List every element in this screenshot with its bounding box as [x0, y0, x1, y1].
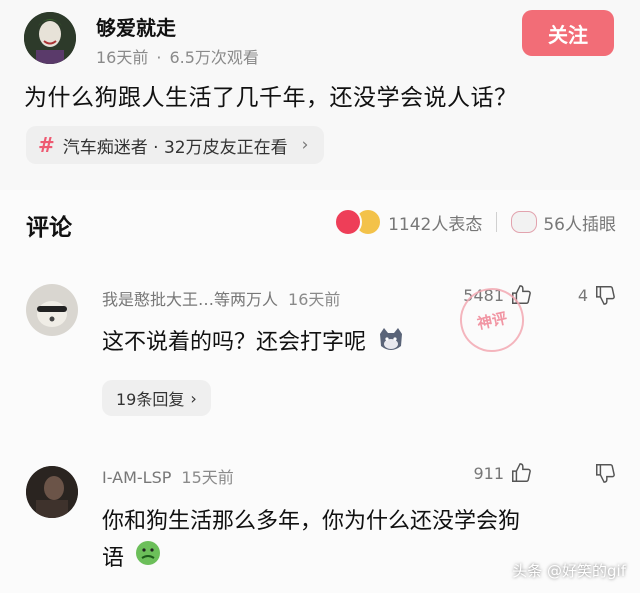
dislike-count: 4: [577, 285, 588, 305]
chevron-right-icon: ›: [301, 135, 309, 155]
reactions-count: 1142人表态: [388, 214, 483, 235]
divider: [496, 212, 498, 232]
sick-face-emoji-icon: [135, 540, 161, 578]
post-views: 6.5万次观看: [169, 48, 259, 67]
comments-section: 评论 1142人表态 56人插眼 我是憨批大王…等两万人16天前 5481 4: [0, 190, 640, 593]
dislike-button[interactable]: 4: [578, 284, 616, 306]
commenter-avatar[interactable]: [26, 284, 78, 336]
topic-chip[interactable]: # 汽车痴迷者 · 32万皮友正在看 ›: [26, 126, 325, 164]
dislike-button[interactable]: [588, 462, 616, 484]
thumbs-up-icon: [512, 463, 531, 482]
like-count: 911: [473, 463, 504, 483]
watermark: 头条 @好笑的gif: [512, 562, 626, 580]
hash-icon: #: [38, 133, 55, 157]
comment-text: 这不说着的吗？还会打字呢: [102, 324, 405, 358]
post-header: 够爱就走 16天前 · 6.5万次观看 关注 为什么狗跟人生活了几千年，还没学会说人…: [0, 0, 640, 180]
post-meta: 16天前 · 6.5万次观看: [96, 48, 259, 67]
comment-author-line: I-AM-LSP 15天前: [102, 464, 234, 488]
replies-label: 19条回复: [116, 390, 185, 409]
comment-time: 15天前: [181, 468, 234, 487]
post-time: 16天前: [96, 48, 149, 67]
comment-time: 16天前: [288, 290, 341, 309]
post-title: 为什么狗跟人生活了几千年，还没学会说人话？: [24, 85, 518, 111]
comment-item: 我是憨批大王…等两万人 16天前 5481 4 这不说着的吗？还会打字呢 神评 1…: [0, 276, 640, 426]
follow-button[interactable]: 关注: [522, 10, 614, 56]
chevron-right-icon: ›: [190, 388, 197, 408]
insert-count: 56人插眼: [543, 214, 616, 235]
thumbs-down-icon: [596, 464, 615, 483]
comment-author[interactable]: 我是憨批大王…等两万人: [102, 290, 278, 309]
reaction-summary[interactable]: 1142人表态 56人插眼: [334, 208, 616, 236]
wolf-emoji-icon: [377, 328, 405, 358]
like-button[interactable]: 911: [473, 462, 532, 484]
eyes-icon: [511, 211, 538, 233]
comment-text: 你和狗生活那么多年，你为什么还没学会狗 语: [102, 504, 520, 578]
like-reaction-icon: [334, 208, 363, 236]
comments-title: 评论: [26, 215, 72, 241]
thumbs-down-icon: [596, 286, 615, 305]
author-name[interactable]: 够爱就走: [96, 12, 176, 41]
replies-button[interactable]: 19条回复 ›: [102, 380, 211, 416]
comment-author-line: 我是憨批大王…等两万人 16天前: [102, 286, 340, 310]
commenter-avatar[interactable]: [26, 466, 78, 518]
author-avatar[interactable]: [24, 12, 76, 64]
comment-author[interactable]: I-AM-LSP: [102, 468, 171, 487]
topic-label: 汽车痴迷者 · 32万皮友正在看: [62, 137, 288, 158]
